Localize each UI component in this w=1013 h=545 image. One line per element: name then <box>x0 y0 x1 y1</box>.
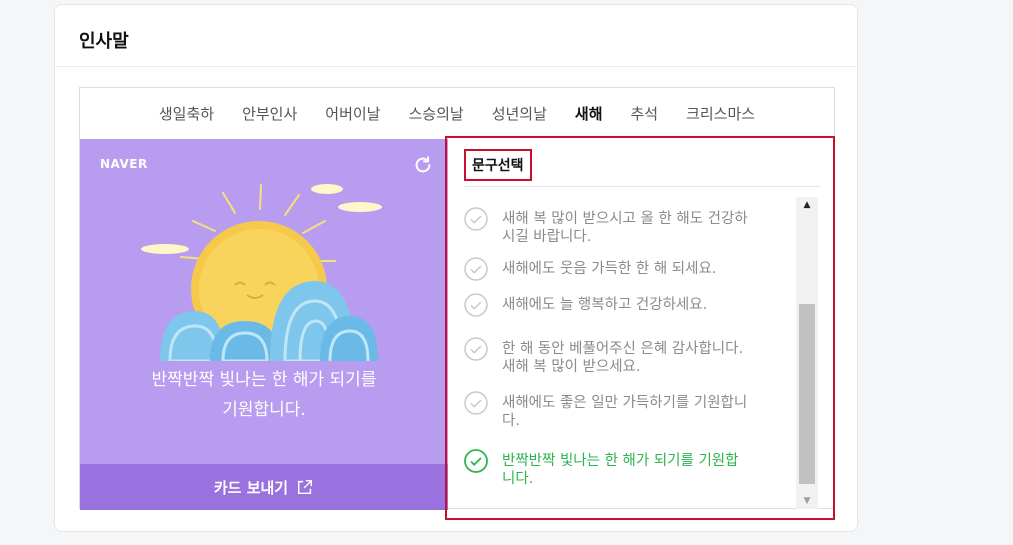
tab-birthday[interactable]: 생일축하 <box>145 103 228 124</box>
panel-title: 인사말 <box>79 31 129 52</box>
phrase-divider <box>464 186 821 187</box>
phrase-text-line2: 새해 복 많이 받으세요. <box>502 359 641 375</box>
phrase-item-selected[interactable]: 반짝반짝 빛나는 한 해가 되기를 기원합 니다. <box>464 449 794 488</box>
tab-coming-of-age-day[interactable]: 성년의날 <box>478 103 561 124</box>
check-circle-icon <box>464 207 488 231</box>
phrase-list: 새해 복 많이 받으시고 올 한 해도 건강하 시길 바랍니다. 새해에도 웃음… <box>464 197 794 507</box>
phrase-header: 문구선택 <box>464 149 532 181</box>
share-icon <box>298 479 313 495</box>
phrase-text-line1: 새해에도 좋은 일만 가득하기를 기원합니 <box>502 395 748 411</box>
send-card-button[interactable]: 카드 보내기 <box>80 464 448 510</box>
phrase-text-line1: 새해에도 웃음 가득한 한 해 되세요. <box>502 261 717 277</box>
refresh-icon[interactable] <box>412 154 434 176</box>
tab-bar: 생일축하 안부인사 어버이날 스승의날 성년의날 새해 추석 크리스마스 <box>80 88 834 138</box>
scroll-down-arrow-icon[interactable]: ▼ <box>796 493 818 509</box>
phrase-item[interactable]: 한 해 동안 베풀어주신 은혜 감사합니다. 새해 복 많이 받으세요. <box>464 337 794 376</box>
tab-chuseok[interactable]: 추석 <box>617 103 673 124</box>
phrase-text-line2: 니다. <box>502 471 534 487</box>
phrase-text-line1: 새해 복 많이 받으시고 올 한 해도 건강하 <box>502 211 748 227</box>
phrase-selection-area: 문구선택 새해 복 많이 받으시고 올 한 해도 건강하 시길 바랍니다. 새해… <box>448 139 834 510</box>
card-message: 반짝반짝 빛나는 한 해가 되기를 기원합니다. <box>80 365 448 425</box>
tab-christmas[interactable]: 크리스마스 <box>672 103 769 124</box>
phrase-text-line2: 시길 바랍니다. <box>502 229 592 245</box>
phrase-item[interactable]: 새해 복 많이 받으시고 올 한 해도 건강하 시길 바랍니다. <box>464 207 794 246</box>
card-message-line1: 반짝반짝 빛나는 한 해가 되기를 <box>151 370 377 390</box>
phrase-item[interactable]: 새해에도 늘 행복하고 건강하세요. <box>464 293 794 317</box>
phrase-scrollbar[interactable]: ▲ ▼ <box>796 197 818 509</box>
phrase-text-line1: 한 해 동안 베풀어주신 은혜 감사합니다. <box>502 341 744 357</box>
check-circle-icon <box>464 293 488 317</box>
card-message-line2: 기원합니다. <box>222 400 306 420</box>
sun-illustration <box>141 184 382 361</box>
tab-teachers-day[interactable]: 스승의날 <box>394 103 477 124</box>
card-preview: NAVER 반짝반짝 빛나는 한 해가 되기를 기원합니다. 카드 보내기 <box>80 139 448 510</box>
phrase-item[interactable]: 새해에도 웃음 가득한 한 해 되세요. <box>464 257 794 281</box>
send-card-label: 카드 보내기 <box>213 478 289 497</box>
tab-greeting[interactable]: 안부인사 <box>228 103 311 124</box>
naver-logo: NAVER <box>100 157 148 171</box>
scroll-thumb[interactable] <box>799 304 815 484</box>
check-circle-icon <box>464 449 488 473</box>
panel-divider <box>55 66 857 67</box>
card-box: 생일축하 안부인사 어버이날 스승의날 성년의날 새해 추석 크리스마스 NAV… <box>79 87 835 510</box>
tab-new-year[interactable]: 새해 <box>561 103 617 124</box>
greetings-panel: 인사말 생일축하 안부인사 어버이날 스승의날 성년의날 새해 추석 크리스마스… <box>54 4 858 532</box>
scroll-up-arrow-icon[interactable]: ▲ <box>796 197 818 213</box>
check-circle-icon <box>464 391 488 415</box>
phrase-text-line2: 다. <box>502 413 520 429</box>
check-circle-icon <box>464 337 488 361</box>
phrase-item[interactable]: 새해에도 좋은 일만 가득하기를 기원합니 다. <box>464 391 794 430</box>
tab-parents-day[interactable]: 어버이날 <box>311 103 394 124</box>
check-circle-icon <box>464 257 488 281</box>
phrase-text-line1: 반짝반짝 빛나는 한 해가 되기를 기원합 <box>502 453 739 469</box>
phrase-text-line1: 새해에도 늘 행복하고 건강하세요. <box>502 297 708 313</box>
